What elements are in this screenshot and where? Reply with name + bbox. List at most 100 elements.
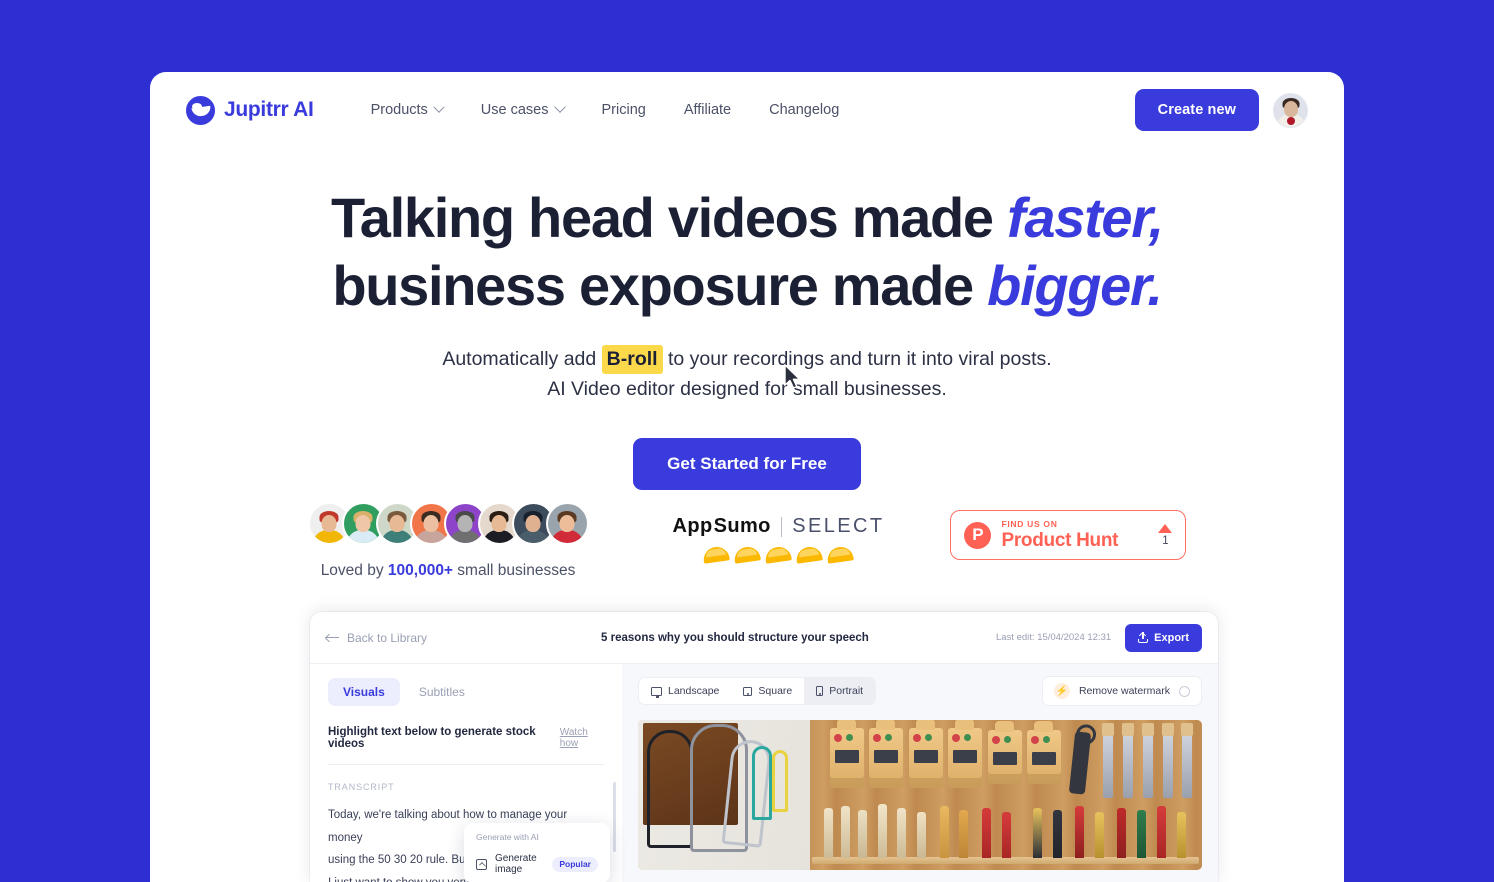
menu-item-generate-image[interactable]: Generate image Popular (464, 848, 610, 880)
image-icon (476, 858, 487, 870)
aspect-square-label: Square (758, 685, 793, 697)
nav-label-products: Products (370, 102, 428, 118)
upvote-count: 1 (1162, 534, 1169, 547)
remove-watermark-toggle[interactable]: ⚡ Remove watermark (1041, 676, 1202, 706)
appsumo-taco-rating (702, 545, 855, 564)
product-hunt-badge[interactable]: P FIND US ON Product Hunt 1 (950, 510, 1187, 560)
highlight-hint-text: Highlight text below to generate stock v… (328, 726, 536, 750)
back-to-library-button[interactable]: Back to Library (326, 631, 427, 645)
top-navigation-bar: Jupitrr AI Products Use cases Pricing Af… (150, 72, 1344, 148)
back-to-library-label: Back to Library (347, 630, 428, 645)
nav-label-pricing: Pricing (601, 102, 646, 118)
upload-icon (1138, 632, 1149, 643)
nav-item-affiliate[interactable]: Affiliate (665, 102, 750, 118)
upvote-triangle-icon (1158, 523, 1173, 533)
hand-plane (948, 720, 983, 788)
divider (780, 516, 783, 537)
nav-right-actions: Create new (1134, 89, 1308, 131)
transcript-label: TRANSCRIPT (328, 782, 395, 792)
app-toolbar: Back to Library 5 reasons why you should… (310, 612, 1218, 664)
app-body: Visuals Subtitles Highlight text below t… (310, 664, 1218, 882)
taco-icon (733, 545, 762, 564)
user-avatar[interactable] (1273, 92, 1308, 128)
aspect-landscape[interactable]: Landscape (639, 678, 731, 704)
export-button[interactable]: Export (1125, 623, 1202, 652)
page-title: Talking head videos made faster, busines… (150, 184, 1344, 320)
get-started-button[interactable]: Get Started for Free (633, 438, 861, 490)
nav-item-products[interactable]: Products (352, 101, 462, 118)
jupitrr-logo-icon (186, 95, 215, 125)
headline-line2-plain: business exposure made (332, 254, 988, 317)
nav-label-changelog: Changelog (769, 102, 840, 118)
highlight-hint-row: Highlight text below to generate stock v… (328, 726, 604, 750)
hand-plane (908, 720, 943, 788)
taco-icon (764, 545, 793, 564)
aspect-portrait-label: Portrait (829, 685, 864, 697)
hand-plane (1027, 721, 1062, 784)
product-hunt-upvote[interactable]: 1 (1158, 523, 1173, 547)
headline-line1-emphasis: faster, (1007, 186, 1164, 249)
avatar (545, 502, 589, 545)
loved-count: 100,000+ (387, 562, 453, 579)
loved-after: small businesses (453, 562, 576, 579)
product-hunt-small-text: FIND US ON (1001, 518, 1058, 529)
square-icon (743, 686, 753, 696)
brand-logo-link[interactable]: Jupitrr AI (186, 95, 314, 125)
lightning-bolt-icon: ⚡ (1053, 683, 1070, 699)
tab-visuals[interactable]: Visuals (328, 678, 400, 706)
nav-item-use-cases[interactable]: Use cases (462, 101, 583, 118)
loved-before: Loved by (320, 562, 388, 579)
generate-image-label: Generate image (495, 853, 537, 875)
transcript-scrollbar[interactable] (613, 782, 616, 852)
export-label: Export (1154, 631, 1189, 644)
appsumo-wordmark: App Sumo SELECT (673, 515, 885, 538)
nav-item-changelog[interactable]: Changelog (750, 102, 858, 118)
appsumo-sumo-text: Sumo (713, 515, 771, 537)
product-hunt-icon: P (964, 521, 992, 549)
nav-label-affiliate: Affiliate (683, 102, 732, 118)
subtitle-line2: AI Video editor designed for small busin… (547, 378, 947, 400)
watch-how-link[interactable]: Watch how (560, 727, 604, 749)
appsumo-badge: App Sumo SELECT (673, 502, 885, 564)
taco-icon (795, 545, 824, 564)
tab-subtitles[interactable]: Subtitles (404, 678, 480, 706)
divider (328, 764, 604, 765)
brand-name: Jupitrr AI (224, 98, 314, 121)
create-new-button[interactable]: Create new (1134, 89, 1259, 131)
nav-links: Products Use cases Pricing Affiliate Cha… (352, 101, 859, 118)
ai-menu-header: Generate with AI (476, 832, 539, 842)
subtitle-before: Automatically add (442, 348, 602, 370)
project-title: 5 reasons why you should structure your … (601, 631, 869, 644)
loved-by-group: Loved by 100,000+ small businesses (307, 502, 589, 580)
popular-badge: Popular (552, 856, 598, 872)
aspect-ratio-selector: Landscape Square Portrait (638, 677, 877, 705)
video-preview-image[interactable] (638, 720, 1202, 870)
broll-highlight: B-roll (601, 345, 663, 374)
last-edit-timestamp: Last edit: 15/04/2024 12:31 (996, 632, 1112, 643)
app-toolbar-right: Last edit: 15/04/2024 12:31 Export (996, 623, 1202, 652)
appsumo-app-text: App (672, 515, 713, 537)
chevron-down-icon (553, 101, 566, 113)
taco-icon (826, 545, 855, 564)
subtitle-after: to your recordings and turn it into vira… (662, 348, 1052, 370)
aspect-square[interactable]: Square (731, 678, 804, 704)
editor-preview-panel: Landscape Square Portrait ⚡ Remove water… (622, 664, 1218, 882)
generate-with-ai-menu[interactable]: Generate with AI Generate image Popular … (464, 823, 610, 882)
customer-avatars (307, 502, 589, 545)
nav-label-use-cases: Use cases (480, 102, 549, 118)
nav-item-pricing[interactable]: Pricing (583, 102, 665, 118)
aspect-portrait[interactable]: Portrait (804, 678, 876, 704)
phone-portrait-icon (816, 686, 824, 696)
remove-watermark-label: Remove watermark (1078, 685, 1170, 697)
headline-line1-plain: Talking head videos made (331, 186, 1008, 249)
hand-plane (869, 720, 904, 788)
tool-shelf (811, 857, 1200, 864)
watermark-toggle-circle[interactable] (1179, 685, 1190, 697)
preview-toolbar: Landscape Square Portrait ⚡ Remove water… (638, 676, 1202, 706)
aspect-landscape-label: Landscape (668, 685, 720, 697)
loved-by-text: Loved by 100,000+ small businesses (321, 562, 576, 580)
chevron-down-icon (433, 101, 445, 113)
product-hunt-text: FIND US ON Product Hunt (1001, 520, 1118, 551)
sawblade-panel (638, 720, 811, 870)
hand-plane (987, 721, 1022, 784)
